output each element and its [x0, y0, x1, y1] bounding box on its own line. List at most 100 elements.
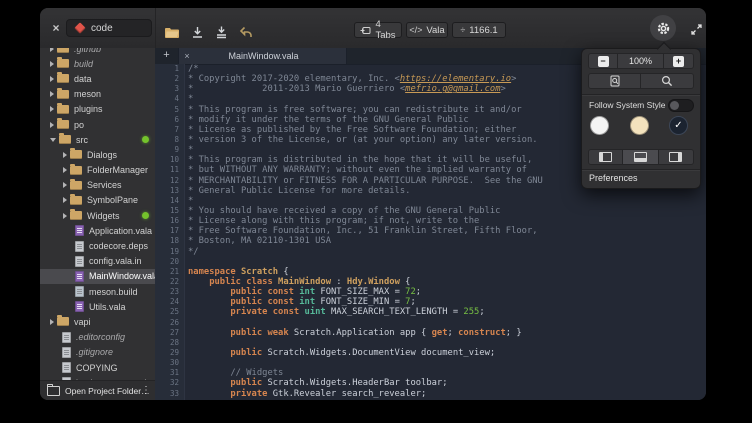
sidebar-right-toggle-button[interactable]	[659, 149, 694, 165]
tree-item-copying[interactable]: COPYING	[40, 360, 155, 375]
tree-item-label: plugins	[74, 104, 103, 114]
code-line-32[interactable]: public Scratch.Widgets.HeaderBar toolbar…	[188, 378, 706, 388]
window-close-button[interactable]: ×	[48, 18, 64, 38]
new-tab-button[interactable]: +	[159, 48, 174, 64]
settings-gear-button[interactable]	[650, 15, 676, 41]
tree-item-plugins[interactable]: plugins	[40, 102, 155, 117]
sidebar-menu-button[interactable]: ⋮	[140, 381, 152, 400]
modified-badge	[142, 212, 149, 219]
code-token: * This program is distributed in the hop…	[188, 155, 532, 165]
tree-item-data[interactable]: data	[40, 71, 155, 86]
code-line-25[interactable]: private const uint MAX_SEARCH_TEXT_LENGT…	[188, 307, 706, 317]
tree-item-github[interactable]: .github	[40, 48, 155, 56]
code-line-28[interactable]	[188, 338, 706, 348]
code-line-33[interactable]: private Gtk.Revealer search_revealer;	[188, 389, 706, 399]
open-folder-button[interactable]	[163, 23, 181, 41]
sidebar-left-toggle-button[interactable]	[588, 149, 623, 165]
line-number-32: 32	[155, 378, 184, 388]
tree-item-widgets[interactable]: Widgets	[40, 208, 155, 223]
zoom-out-button[interactable]: −	[588, 53, 618, 69]
line-number-27: 27	[155, 328, 184, 338]
zoom-level-label: 100%	[629, 56, 652, 66]
style-light-button[interactable]	[590, 116, 609, 135]
code-line-20[interactable]	[188, 257, 706, 267]
tree-item-foldermanager[interactable]: FolderManager	[40, 163, 155, 178]
line-number-33: 33	[155, 389, 184, 399]
code-line-19[interactable]: */	[188, 247, 706, 257]
tree-item-meson[interactable]: meson	[40, 87, 155, 102]
code-line-17[interactable]: * Free Software Foundation, Inc., 51 Fra…	[188, 226, 706, 236]
open-project-folder-button[interactable]: Open Project Folder… ⋮	[40, 380, 155, 400]
tree-item-editorconfig[interactable]: .editorconfig	[40, 330, 155, 345]
tree-item-utils-vala[interactable]: Utils.vala	[40, 299, 155, 314]
tree-item-src[interactable]: src	[40, 132, 155, 147]
zoom-level-button[interactable]: 100%	[618, 53, 664, 69]
project-chooser-button[interactable]: code	[66, 19, 152, 37]
undo-icon	[239, 26, 253, 39]
code-line-29[interactable]: public Scratch.Widgets.DocumentView docu…	[188, 348, 706, 358]
save-as-button[interactable]	[212, 23, 230, 41]
tree-item-dialogs[interactable]: Dialogs	[40, 147, 155, 162]
tree-item-symbolpane[interactable]: SymbolPane	[40, 193, 155, 208]
style-dark-button[interactable]: ✓	[669, 116, 688, 135]
zoom-in-button[interactable]: +	[664, 53, 694, 69]
tree-item-application-vala[interactable]: Application.vala	[40, 223, 155, 238]
code-line-16[interactable]: * License along with this program; if no…	[188, 216, 706, 226]
style-sepia-button[interactable]	[630, 116, 649, 135]
save-button[interactable]	[188, 23, 206, 41]
code-line-26[interactable]	[188, 318, 706, 328]
code-token: public	[230, 348, 262, 358]
expander-icon[interactable]	[50, 106, 54, 112]
line-number-31: 31	[155, 368, 184, 378]
code-line-18[interactable]: * Boston, MA 02110-1301 USA	[188, 236, 706, 246]
expander-icon[interactable]	[63, 152, 67, 158]
undo-button[interactable]	[237, 23, 255, 41]
code-token: * version 3 of the License, or (at your …	[188, 135, 538, 145]
fullscreen-button[interactable]	[688, 21, 704, 37]
code-line-21[interactable]: namespace Scratch {	[188, 267, 706, 277]
expander-icon[interactable]	[63, 182, 67, 188]
tab-mainwindow-vala[interactable]: × MainWindow.vala	[178, 48, 347, 64]
tree-item-label: Dialogs	[87, 150, 117, 160]
expander-icon[interactable]	[50, 61, 54, 67]
tree-item-po[interactable]: po	[40, 117, 155, 132]
global-search-button[interactable]	[641, 73, 694, 89]
open-project-folder-label: Open Project Folder…	[65, 386, 150, 396]
expander-icon[interactable]	[50, 76, 54, 82]
tabs-overview-button[interactable]: 4 Tabs	[354, 22, 402, 38]
code-line-27[interactable]: public weak Scratch.Application app { ge…	[188, 328, 706, 338]
expander-icon[interactable]	[50, 122, 54, 128]
code-token: int	[299, 297, 315, 307]
tree-item-mainwindow-vala[interactable]: MainWindow.vala	[40, 269, 155, 284]
folder-icon	[70, 166, 82, 175]
tree-item-meson-build[interactable]: meson.build	[40, 284, 155, 299]
preferences-menu-item[interactable]: Preferences	[589, 173, 638, 183]
sidebar-right-icon	[669, 152, 682, 162]
expander-icon[interactable]	[50, 48, 54, 52]
tree-item-gitignore[interactable]: .gitignore	[40, 345, 155, 360]
expander-icon[interactable]	[63, 213, 67, 219]
expander-icon[interactable]	[63, 197, 67, 203]
goto-line-button[interactable]: ÷ 1166.1	[452, 22, 506, 38]
expander-icon[interactable]	[63, 167, 67, 173]
code-line-22[interactable]: public class MainWindow : Hdy.Window {	[188, 277, 706, 287]
tree-item-vapi[interactable]: vapi	[40, 314, 155, 329]
code-line-31[interactable]: // Widgets	[188, 368, 706, 378]
tab-close-icon[interactable]: ×	[179, 51, 195, 61]
expander-icon[interactable]	[50, 319, 54, 325]
find-in-file-button[interactable]	[588, 73, 641, 89]
language-button[interactable]: </> Vala	[406, 22, 448, 38]
expander-icon[interactable]	[50, 138, 56, 142]
code-line-14[interactable]: *	[188, 196, 706, 206]
panel-bottom-toggle-button[interactable]	[623, 149, 658, 165]
tree-item-build[interactable]: build	[40, 56, 155, 71]
expander-icon[interactable]	[50, 91, 54, 97]
tree-item-codecore-deps[interactable]: codecore.deps	[40, 238, 155, 253]
code-line-24[interactable]: public const int FONT_SIZE_MIN = 7;	[188, 297, 706, 307]
code-line-15[interactable]: * You should have received a copy of the…	[188, 206, 706, 216]
code-line-30[interactable]	[188, 358, 706, 368]
tree-item-config-vala-in[interactable]: config.vala.in	[40, 254, 155, 269]
tree-item-services[interactable]: Services	[40, 178, 155, 193]
code-line-23[interactable]: public const int FONT_SIZE_MAX = 72;	[188, 287, 706, 297]
follow-system-style-toggle[interactable]	[668, 99, 694, 112]
